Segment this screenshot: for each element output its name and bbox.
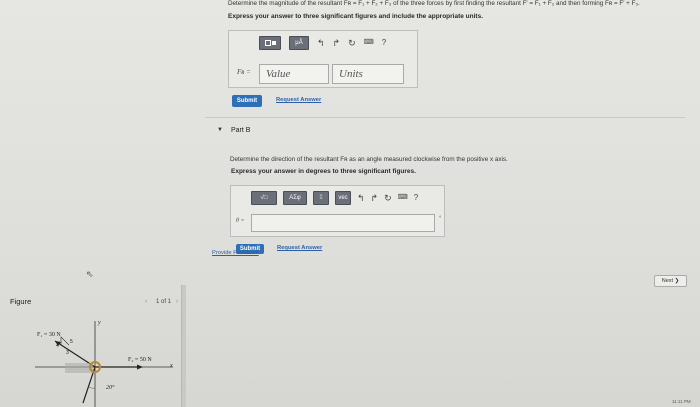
part-a-toolbar: μÅ ↰ ↱ ↻ ⌨ ? [259, 36, 386, 50]
page: Determine the magnitude of the resultant… [0, 0, 700, 407]
x-axis-label: x [170, 363, 173, 369]
slope-5-label: 5 [70, 339, 73, 345]
keyboard-icon[interactable]: ⌨ [398, 193, 408, 203]
f2-label: F₂ = 50 N [128, 357, 152, 363]
next-button[interactable]: Next ❯ [654, 275, 687, 287]
figure-label: Figure [10, 297, 32, 306]
part-b-express: Express your answer in degrees to three … [231, 168, 416, 175]
part-b-instruction: Determine the direction of the resultant… [230, 156, 508, 163]
vector-button[interactable]: vec [335, 191, 351, 205]
help-icon[interactable]: ? [382, 38, 386, 48]
figure-prev-button[interactable]: ‹ [145, 299, 147, 305]
part-b-answer-box: √□ AΣφ ⁞⁞ vec ↰ ↱ ↻ ⌨ ? θ = ° [230, 185, 445, 237]
f2-arrowhead [137, 364, 143, 370]
template-button[interactable] [259, 36, 281, 50]
part-b-toolbar: √□ AΣφ ⁞⁞ vec ↰ ↱ ↻ ⌨ ? [251, 191, 418, 205]
part-b-request-answer-link[interactable]: Request Answer [277, 245, 322, 251]
force-diagram [35, 321, 173, 407]
value-input[interactable]: Value [259, 64, 329, 84]
undo-icon[interactable]: ↰ [357, 193, 365, 203]
redo-icon[interactable]: ↱ [333, 38, 341, 48]
clock: 11:11 PM [672, 399, 691, 404]
figure-panel: Figure ‹ 1 of 1 › F₁ = 30 N F₂ = 50 N 20… [0, 265, 190, 407]
part-a-instruction: Determine the magnitude of the resultant… [228, 0, 640, 7]
degree-symbol: ° [439, 216, 442, 222]
slope-4-label: 4 [56, 343, 59, 349]
sqrt-template-button[interactable]: √□ [251, 191, 277, 205]
undo-icon[interactable]: ↰ [317, 38, 325, 48]
reset-icon[interactable]: ↻ [384, 193, 392, 203]
y-axis-label: y [98, 320, 101, 326]
units-input[interactable]: Units [332, 64, 404, 84]
figure-next-button[interactable]: › [176, 299, 178, 305]
angle-label: 20° [106, 385, 115, 391]
part-a-express: Express your answer to three significant… [228, 13, 483, 20]
provide-feedback-link[interactable]: Provide Feedback [212, 250, 259, 256]
part-b-variable: θ = [236, 218, 245, 224]
part-b-toggle-icon[interactable]: ▼ [217, 127, 223, 133]
matrix-button[interactable]: ⁞⁞ [313, 191, 329, 205]
slope-triangle [60, 336, 70, 346]
slope-3-label: 3 [66, 350, 69, 356]
part-b-title[interactable]: Part B [231, 127, 250, 134]
cursor-icon: ⇖ [86, 269, 94, 279]
part-a-request-answer-link[interactable]: Request Answer [276, 97, 321, 103]
figure-pager: 1 of 1 [156, 299, 172, 305]
greek-symbols-button[interactable]: AΣφ [283, 191, 307, 205]
angle-arc [88, 386, 96, 389]
part-a-answer-box: μÅ ↰ ↱ ↻ ⌨ ? Fʀ = Value Units [228, 30, 418, 88]
reset-icon[interactable]: ↻ [348, 38, 356, 48]
part-a-variable: Fʀ = [237, 68, 251, 76]
part-divider [205, 117, 685, 118]
redo-icon[interactable]: ↱ [371, 193, 379, 203]
angle-input[interactable] [251, 214, 435, 232]
help-icon[interactable]: ? [414, 193, 418, 203]
part-a-submit-button[interactable]: Submit [232, 95, 262, 107]
keyboard-icon[interactable]: ⌨ [364, 38, 374, 48]
support-block [65, 363, 93, 373]
units-template-button[interactable]: μÅ [289, 36, 309, 50]
f1-label: F₁ = 30 N [37, 332, 61, 338]
